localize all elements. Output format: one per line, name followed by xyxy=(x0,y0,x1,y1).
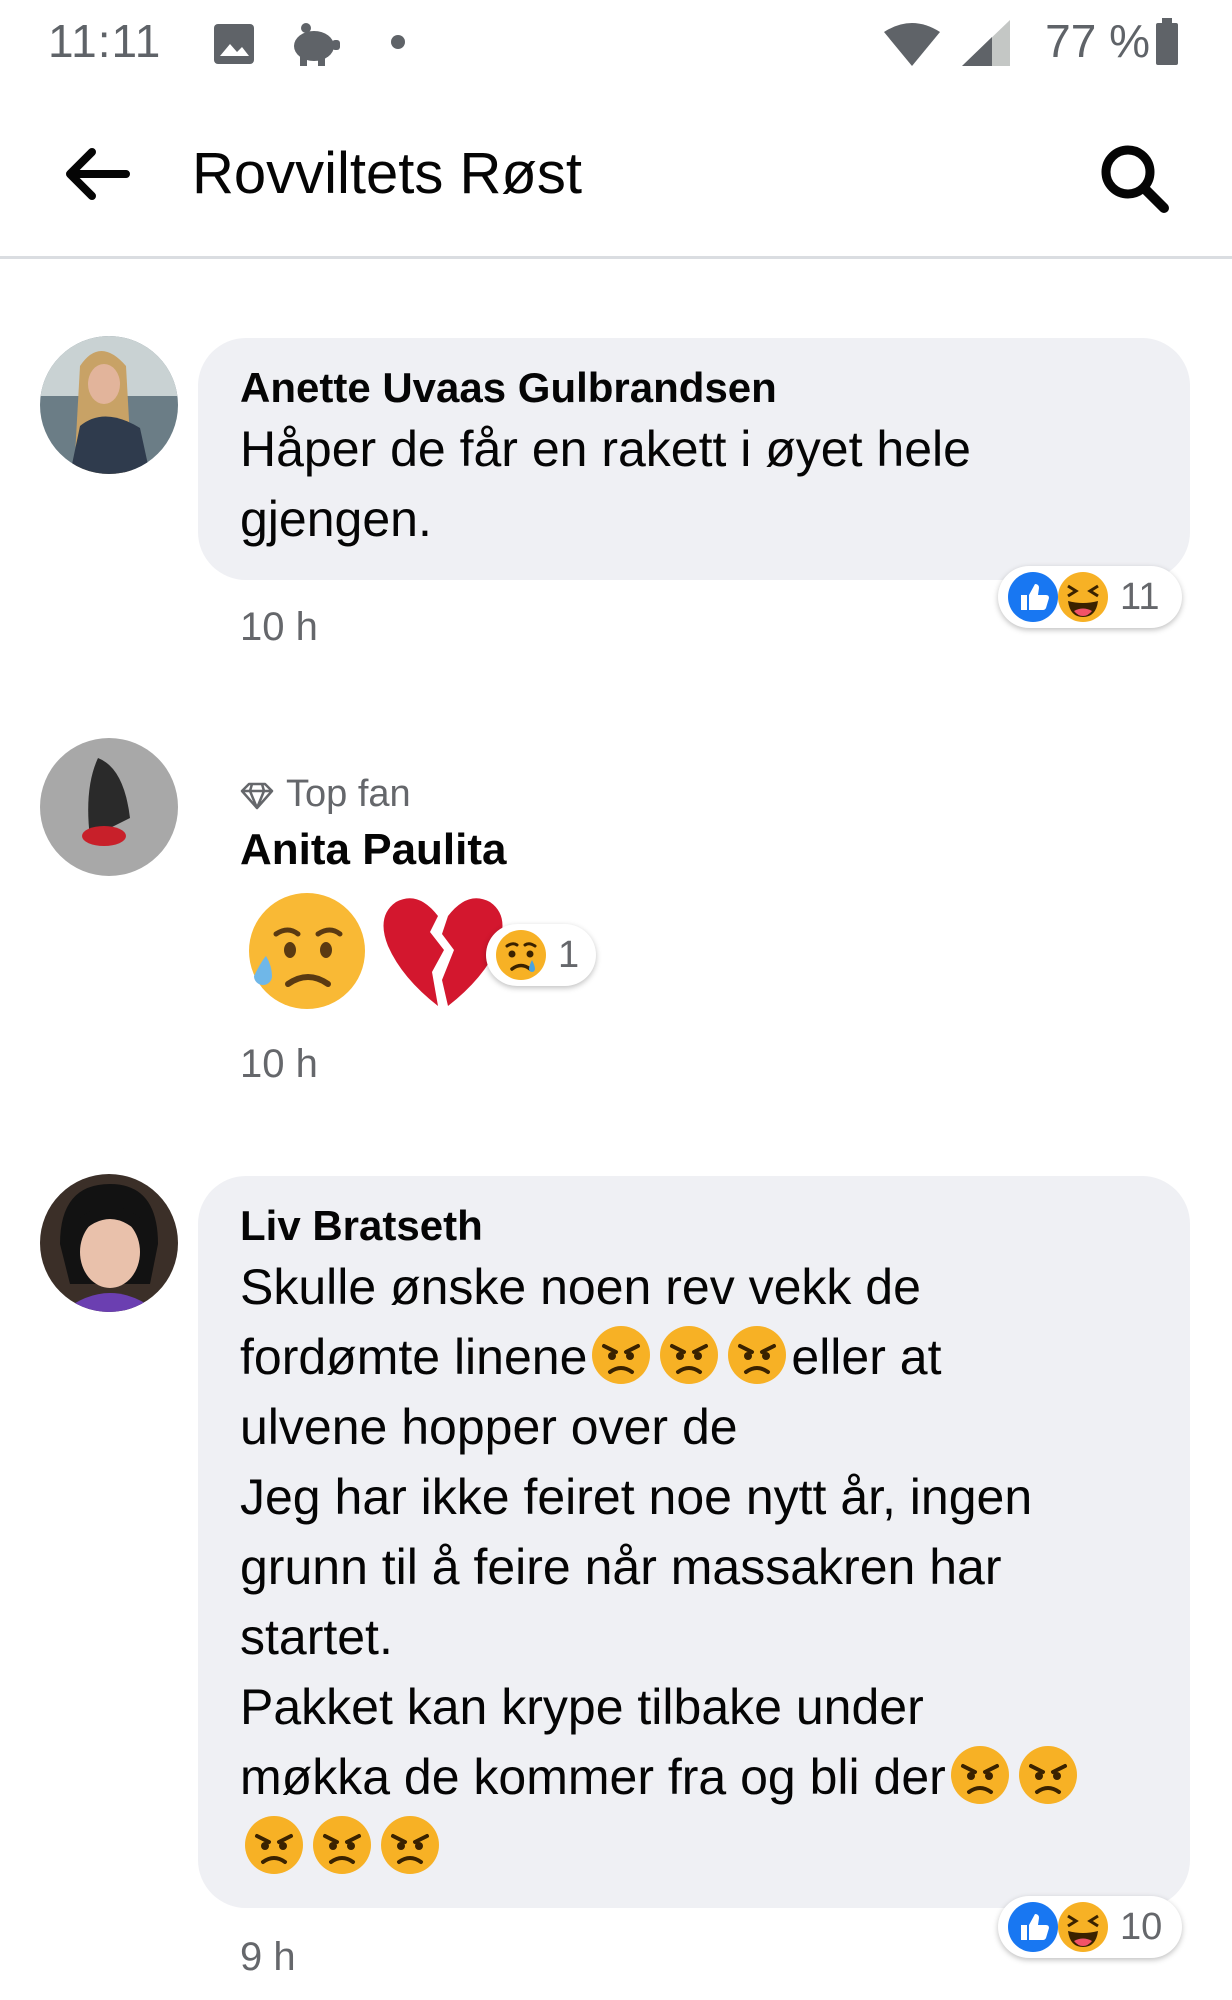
image-notification-icon xyxy=(214,24,254,64)
angry-emoji-icon xyxy=(381,1816,439,1874)
comment-text-line: fordømte linene eller at xyxy=(240,1322,1150,1392)
signal-icon xyxy=(962,20,1010,66)
comment-author[interactable]: Anette Uvaas Gulbrandsen xyxy=(240,362,1150,414)
battery-icon xyxy=(1156,18,1178,65)
reactions-badge[interactable]: 10 xyxy=(998,1896,1182,1958)
status-time: 11:11 xyxy=(48,15,162,67)
comment-text: Håper de får en rakett i øyet hele gjeng… xyxy=(240,421,971,547)
comment-bubble[interactable]: Liv Bratseth Skulle ønske noen rev vekk … xyxy=(198,1176,1190,1908)
comment-time[interactable]: 10 h xyxy=(240,1042,318,1087)
avatar[interactable] xyxy=(40,738,178,876)
comment-text-line: ulvene hopper over de Jeg har ikke feire… xyxy=(240,1399,1033,1735)
comment-text-segment: eller at xyxy=(791,1329,942,1385)
status-bar: 11:11 77 % xyxy=(0,0,1232,88)
sad-reaction-icon xyxy=(496,930,546,980)
comment-text-segment: møkka de kommer fra og bli der xyxy=(240,1749,946,1805)
top-fan-badge: Top fan xyxy=(240,770,507,818)
top-fan-label: Top fan xyxy=(286,773,411,815)
wifi-icon xyxy=(884,23,940,66)
reaction-count: 11 xyxy=(1120,575,1160,618)
angry-emoji-icon xyxy=(592,1326,651,1384)
comment-emoji-line xyxy=(240,1812,1150,1882)
angry-emoji-icon xyxy=(313,1816,371,1874)
app-bar: Rovviltets Røst xyxy=(0,88,1232,259)
reaction-count: 10 xyxy=(1120,1905,1163,1948)
angry-emoji-icon xyxy=(245,1816,303,1874)
sad-sweat-emoji-icon xyxy=(249,893,365,1009)
search-icon[interactable] xyxy=(1096,140,1172,216)
comment-text-line: møkka de kommer fra og bli der xyxy=(240,1742,1150,1812)
like-reaction-icon xyxy=(1008,1902,1058,1952)
comment-time[interactable]: 10 h xyxy=(240,605,318,650)
comment-author[interactable]: Liv Bratseth xyxy=(240,1200,1150,1252)
battery-percent: 77 % xyxy=(1045,15,1150,67)
piggy-bank-icon xyxy=(294,23,340,66)
reactions-badge[interactable]: 11 xyxy=(998,566,1182,628)
comment-author[interactable]: Anita Paulita xyxy=(240,824,507,876)
reactions-badge[interactable]: 1 xyxy=(486,924,596,986)
angry-emoji-icon xyxy=(950,1746,1009,1804)
comment-text-line: Skulle ønske noen rev vekk de xyxy=(240,1259,921,1315)
haha-reaction-icon xyxy=(1058,572,1108,622)
back-arrow-icon[interactable] xyxy=(60,144,130,204)
avatar[interactable] xyxy=(40,336,178,474)
comment-time[interactable]: 9 h xyxy=(240,1935,296,1980)
angry-emoji-icon xyxy=(660,1326,719,1384)
diamond-icon xyxy=(240,782,274,810)
haha-reaction-icon xyxy=(1058,1902,1108,1952)
comment-header: Top fan Anita Paulita xyxy=(240,770,507,876)
reaction-count: 1 xyxy=(558,933,580,976)
comment-bubble[interactable]: Anette Uvaas Gulbrandsen Håper de får en… xyxy=(198,338,1190,580)
angry-emoji-icon xyxy=(1018,1746,1077,1804)
angry-emoji-icon xyxy=(728,1326,787,1384)
page-title: Rovviltets Røst xyxy=(192,141,582,206)
dot-icon xyxy=(391,35,405,49)
avatar[interactable] xyxy=(40,1174,178,1312)
comment-text-segment: fordømte linene xyxy=(240,1329,588,1385)
like-reaction-icon xyxy=(1008,572,1058,622)
